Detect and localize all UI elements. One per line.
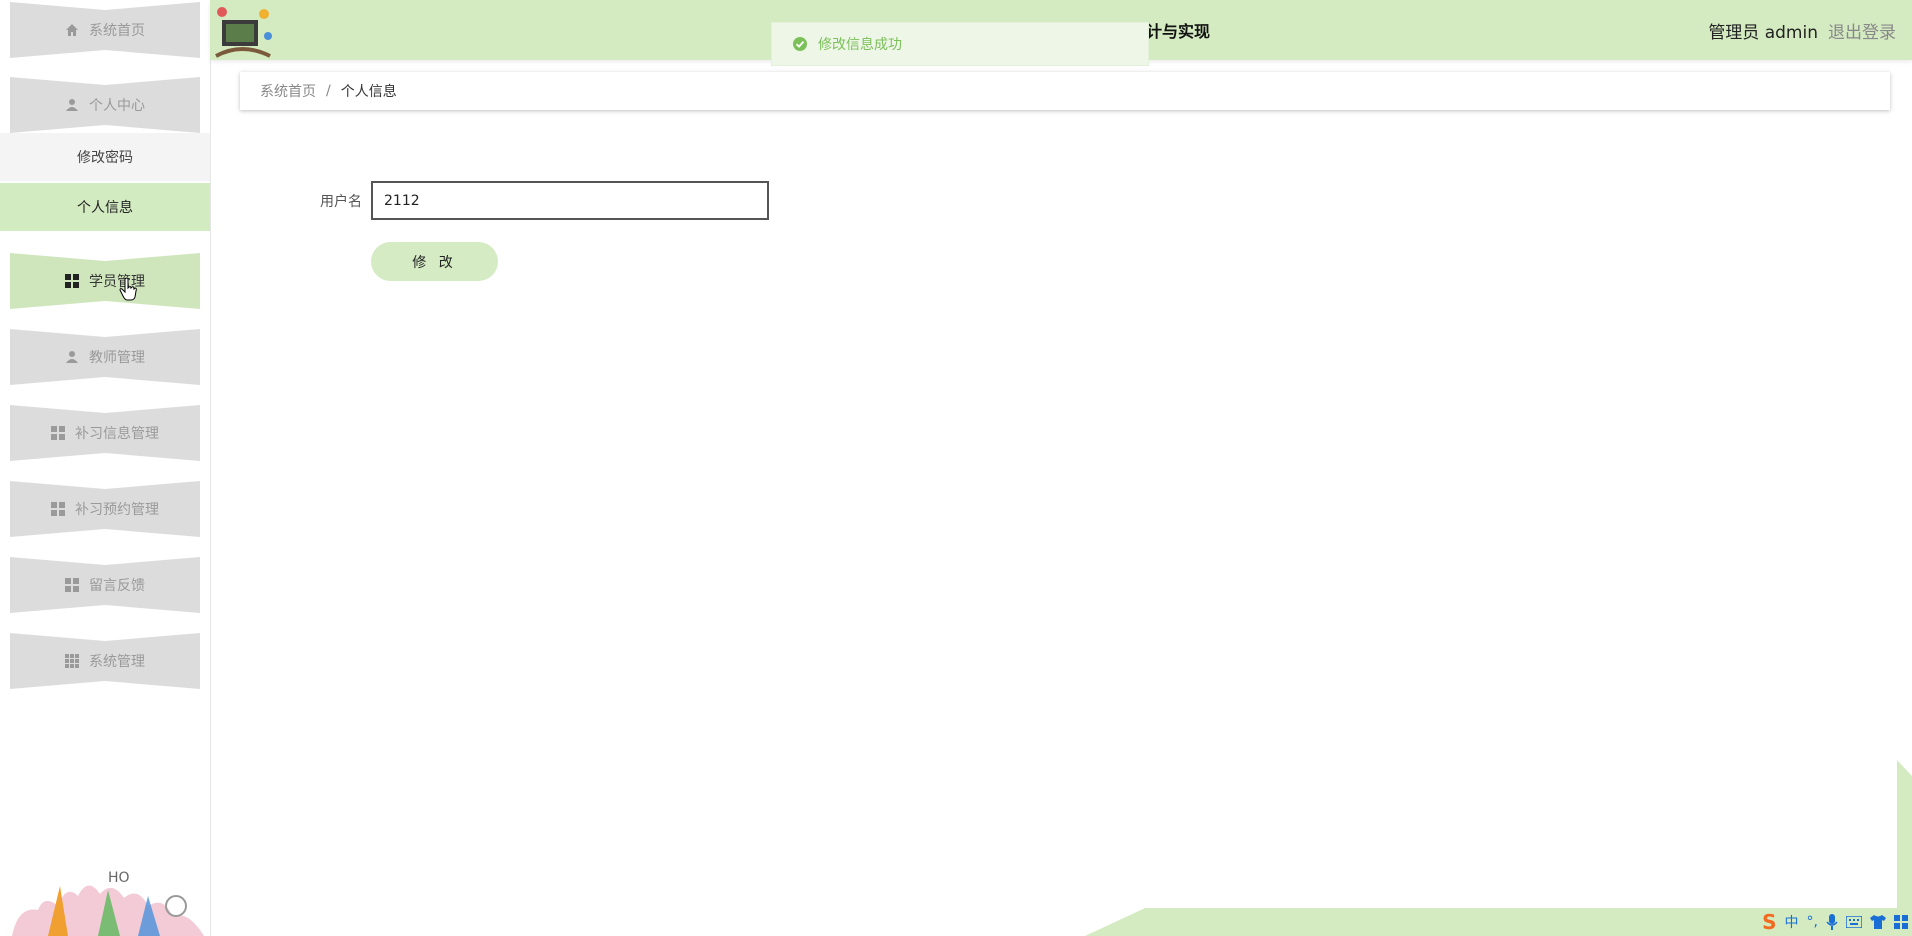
green-corner-decoration (1085, 760, 1912, 936)
sidebar-item-tutoring-info-management[interactable]: 补习信息管理 (10, 405, 200, 461)
education-doodle-illustration: HO (12, 870, 204, 936)
sidebar-item-label: 留言反馈 (89, 578, 145, 594)
username-input[interactable] (371, 181, 769, 220)
hand-cursor-icon (119, 277, 137, 301)
breadcrumb: 系统首页 / 个人信息 (240, 72, 1890, 110)
toast-message: 修改信息成功 (818, 37, 902, 53)
grid-icon (51, 426, 65, 440)
grid-icon (65, 274, 79, 288)
current-user-role: 管理员 admin (1708, 23, 1818, 43)
sidebar-item-student-management[interactable]: 学员管理 (10, 253, 200, 309)
grid-icon (65, 578, 79, 592)
sidebar-item-personal-center[interactable]: 个人中心 (10, 77, 200, 133)
logout-link[interactable]: 退出登录 (1828, 18, 1896, 43)
sidebar: 系统首页 个人中心 修改密码 个人信息 学员管理 教师管理 补习信息管理 补习预… (0, 0, 211, 936)
user-icon (65, 350, 79, 364)
username-label: 用户名 (320, 194, 362, 210)
sidebar-item-label: 教师管理 (89, 350, 145, 366)
success-toast: 修改信息成功 (771, 22, 1149, 66)
sidebar-item-label: 补习预约管理 (75, 502, 159, 518)
check-circle-icon (793, 37, 807, 51)
microphone-icon[interactable] (1826, 914, 1838, 930)
sidebar-subitem-label: 修改密码 (77, 150, 133, 166)
sidebar-item-feedback[interactable]: 留言反馈 (10, 557, 200, 613)
system-title: 计与实现 (1146, 22, 1211, 41)
ime-toolbar: S 中 °, (1758, 908, 1912, 936)
home-icon (65, 23, 79, 37)
sidebar-item-label: 系统首页 (89, 23, 145, 39)
ime-punctuation-toggle[interactable]: °, (1807, 914, 1818, 930)
site-logo (212, 2, 274, 60)
grid9-icon (65, 654, 79, 668)
sidebar-item-label: 系统管理 (89, 654, 145, 670)
sidebar-subitem-change-password[interactable]: 修改密码 (0, 133, 210, 181)
sidebar-item-tutoring-booking-management[interactable]: 补习预约管理 (10, 481, 200, 537)
grid-icon (51, 502, 65, 516)
breadcrumb-current: 个人信息 (340, 84, 397, 100)
sogou-logo-icon[interactable]: S (1762, 910, 1776, 934)
svg-text:HO: HO (108, 870, 130, 886)
modify-button[interactable]: 修 改 (371, 242, 498, 281)
sidebar-subitem-label: 个人信息 (77, 200, 133, 216)
ime-menu-grid-icon[interactable] (1894, 915, 1908, 929)
breadcrumb-separator: / (326, 83, 331, 99)
skin-shirt-icon[interactable] (1870, 915, 1886, 929)
user-area: 管理员 admin 退出登录 (1708, 18, 1896, 43)
user-icon (65, 98, 79, 112)
sidebar-item-teacher-management[interactable]: 教师管理 (10, 329, 200, 385)
sidebar-item-home[interactable]: 系统首页 (10, 2, 200, 58)
current-username: admin (1764, 23, 1818, 43)
sidebar-item-label: 个人中心 (89, 98, 145, 114)
breadcrumb-home[interactable]: 系统首页 (260, 81, 316, 101)
sidebar-item-system-management[interactable]: 系统管理 (10, 633, 200, 689)
keyboard-icon[interactable] (1846, 916, 1862, 928)
ime-language-toggle[interactable]: 中 (1785, 912, 1799, 932)
sidebar-subitem-personal-info[interactable]: 个人信息 (0, 183, 210, 231)
sidebar-item-label: 补习信息管理 (75, 426, 159, 442)
